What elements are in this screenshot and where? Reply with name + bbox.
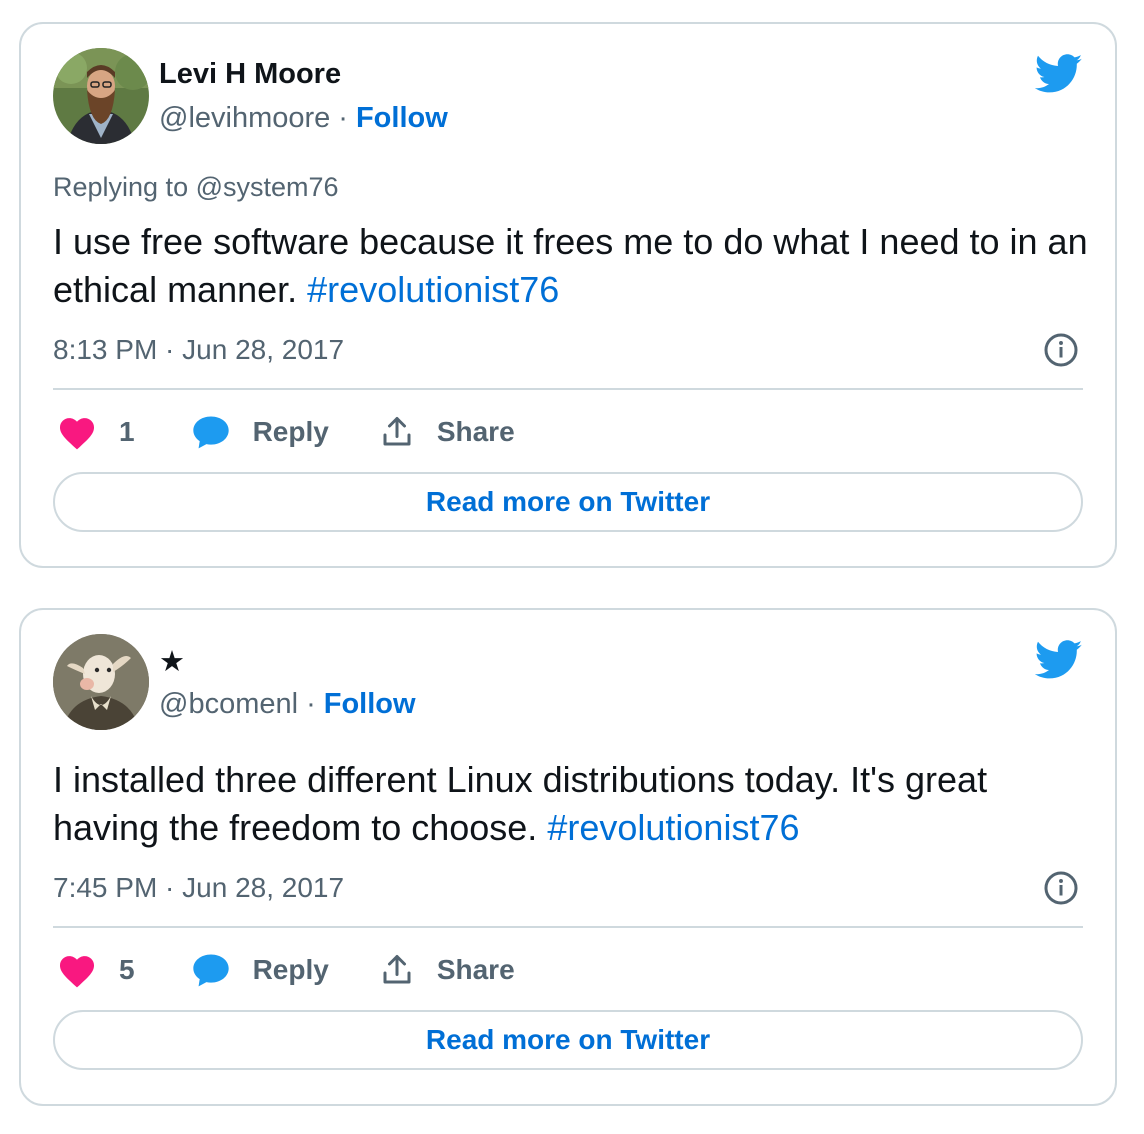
avatar[interactable] — [53, 48, 149, 144]
like-count: 5 — [119, 954, 135, 985]
like-button[interactable]: 5 — [57, 952, 191, 988]
info-icon[interactable] — [1043, 870, 1079, 906]
share-upload-icon — [383, 955, 411, 984]
share-upload-icon — [383, 417, 411, 446]
share-button[interactable]: Share — [379, 952, 515, 988]
info-icon[interactable] — [1043, 332, 1079, 368]
speech-bubble-icon — [192, 954, 229, 987]
like-count: 1 — [119, 416, 135, 447]
heart-icon — [59, 418, 95, 450]
follow-link[interactable]: Follow — [356, 102, 448, 134]
avatar[interactable] — [53, 634, 149, 730]
tweet-body: I installed three different Linux distri… — [53, 759, 988, 848]
read-more-button[interactable]: Read more on Twitter — [53, 472, 1083, 532]
handle-row: @levihmoore · Follow — [159, 102, 448, 135]
heart-icon — [59, 956, 95, 988]
replying-to[interactable]: Replying to @system76 — [53, 172, 339, 203]
twitter-bird-icon[interactable] — [1035, 640, 1083, 680]
reply-label: Reply — [252, 954, 329, 985]
action-bar: 1 Reply Share — [57, 410, 515, 454]
tweet-card: ★ @bcomenl · Follow I installed three diff… — [19, 608, 1117, 1106]
tweet-body: I use free software because it frees me … — [53, 221, 1088, 310]
share-label: Share — [436, 954, 515, 985]
reply-button[interactable]: Reply — [191, 952, 379, 988]
divider — [53, 388, 1083, 390]
follow-link[interactable]: Follow — [324, 688, 416, 720]
goat-portrait-avatar-icon — [53, 634, 149, 730]
author-handle[interactable]: @levihmoore — [159, 102, 330, 134]
tweet-text: I use free software because it frees me … — [53, 218, 1093, 314]
share-label: Share — [436, 416, 515, 447]
action-bar: 5 Reply Share — [57, 948, 515, 992]
reply-button[interactable]: Reply — [191, 414, 379, 450]
author-handle[interactable]: @bcomenl — [159, 688, 298, 720]
tweet-card: Levi H Moore @levihmoore · Follow Replying… — [19, 22, 1117, 568]
separator: · — [306, 688, 316, 720]
timestamp[interactable]: 7:45 PM · Jun 28, 2017 — [53, 872, 344, 904]
twitter-bird-icon[interactable] — [1035, 54, 1083, 94]
handle-row: @bcomenl · Follow — [159, 688, 416, 721]
divider — [53, 926, 1083, 928]
author-name[interactable]: Levi H Moore — [159, 58, 341, 91]
speech-bubble-icon — [192, 416, 229, 449]
separator: · — [338, 102, 348, 134]
reply-label: Reply — [252, 416, 329, 447]
tweet-text: I installed three different Linux distri… — [53, 756, 1093, 852]
author-name[interactable]: ★ — [159, 644, 185, 679]
bearded-man-avatar-icon — [53, 48, 149, 144]
hashtag-link[interactable]: #revolutionist76 — [307, 269, 559, 310]
hashtag-link[interactable]: #revolutionist76 — [547, 807, 799, 848]
share-button[interactable]: Share — [379, 414, 515, 450]
timestamp[interactable]: 8:13 PM · Jun 28, 2017 — [53, 334, 344, 366]
read-more-button[interactable]: Read more on Twitter — [53, 1010, 1083, 1070]
like-button[interactable]: 1 — [57, 414, 191, 450]
